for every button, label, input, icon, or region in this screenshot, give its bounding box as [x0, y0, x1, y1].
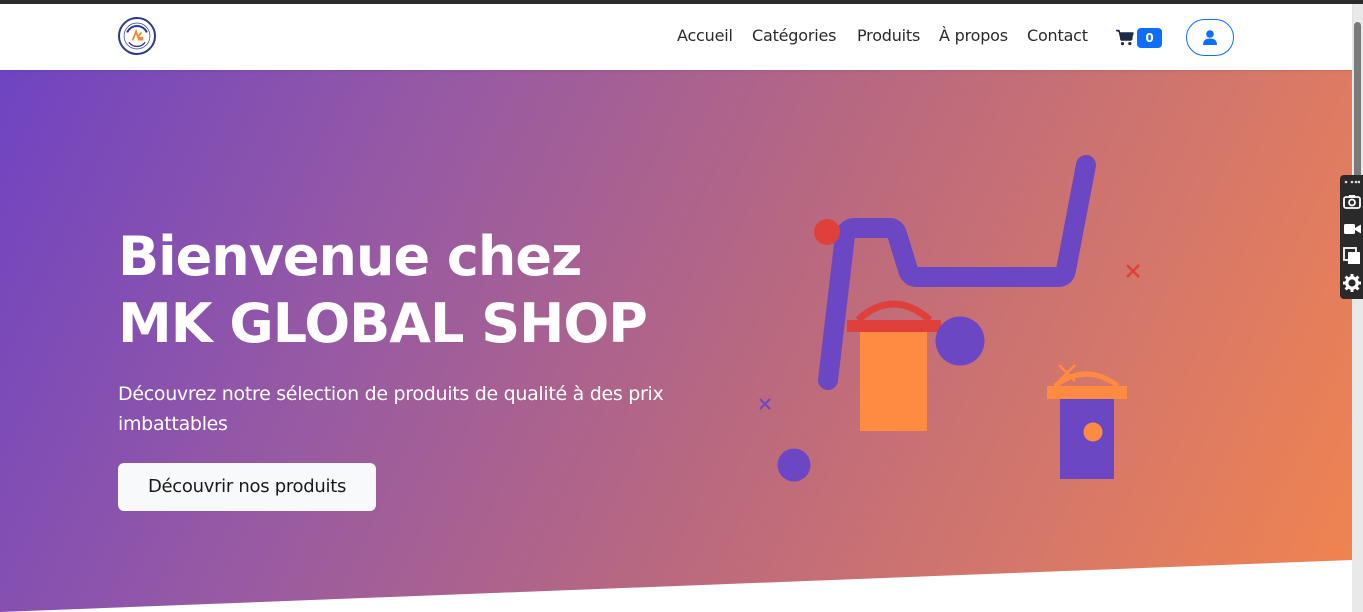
- cart-count-badge: 0: [1137, 28, 1162, 48]
- mk-global-shop-logo-icon: [121, 20, 153, 52]
- nav-link-accueil[interactable]: Accueil: [677, 26, 733, 45]
- hero-section: Bienvenue chez MK GLOBAL SHOP Découvrez …: [0, 70, 1352, 612]
- user-account-button[interactable]: [1186, 19, 1234, 56]
- hero-subtitle: Découvrez notre sélection de produits de…: [118, 383, 664, 435]
- gear-icon[interactable]: [1342, 273, 1362, 293]
- page-scrollbar[interactable]: [1352, 4, 1363, 612]
- user-icon: [1203, 30, 1217, 45]
- navbar: Accueil Catégories Produits À propos Con…: [0, 4, 1352, 70]
- nav-link-contact[interactable]: Contact: [1027, 26, 1088, 45]
- hero-title-line-1: Bienvenue chez: [118, 225, 582, 288]
- capture-side-toolbar: [1340, 175, 1363, 299]
- camera-icon[interactable]: [1342, 192, 1362, 212]
- nav-link-a-propos[interactable]: À propos: [939, 26, 1008, 45]
- video-icon[interactable]: [1342, 219, 1362, 239]
- scrollbar-thumb[interactable]: [1354, 22, 1361, 178]
- cart-button[interactable]: 0: [1116, 28, 1164, 50]
- drag-handle-icon[interactable]: [1344, 178, 1360, 186]
- shopping-cart-illustration: [759, 155, 1140, 482]
- nav-link-produits[interactable]: Produits: [857, 26, 920, 45]
- copy-icon[interactable]: [1342, 246, 1362, 266]
- cart-icon: [1116, 29, 1134, 46]
- brand-logo[interactable]: [118, 17, 156, 55]
- hero-title: Bienvenue chez MK GLOBAL SHOP: [118, 223, 718, 357]
- hero-title-line-2: MK GLOBAL SHOP: [118, 292, 648, 355]
- discover-products-button[interactable]: Découvrir nos produits: [118, 463, 376, 511]
- nav-link-categories[interactable]: Catégories: [752, 26, 836, 45]
